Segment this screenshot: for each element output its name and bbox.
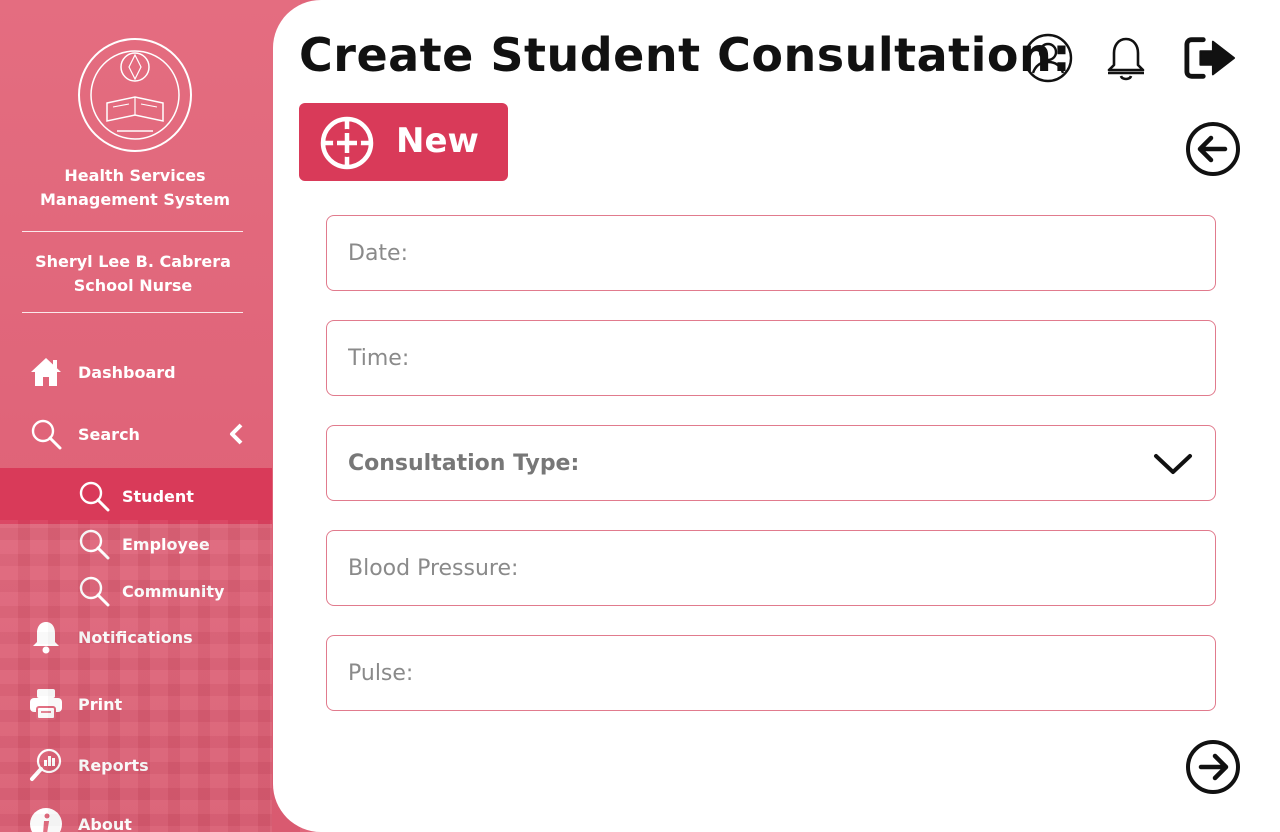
reports-icon — [28, 747, 64, 783]
search-icon — [28, 416, 64, 452]
user-info: Sheryl Lee B. Cabrera School Nurse — [0, 250, 266, 298]
search-icon — [76, 526, 112, 562]
new-consultation-button[interactable]: New — [299, 103, 508, 181]
search-icon — [76, 573, 112, 609]
logout-button[interactable] — [1184, 32, 1236, 84]
sidebar-item-label: About — [78, 814, 132, 832]
user-name: Sheryl Lee B. Cabrera — [35, 252, 231, 271]
pulse-input[interactable] — [348, 636, 1168, 710]
logout-icon — [1184, 37, 1236, 79]
plus-circle-icon — [320, 116, 374, 170]
sidebar-item-dashboard[interactable]: Dashboard — [0, 344, 272, 400]
blood-pressure-input[interactable] — [348, 531, 1168, 605]
user-circle-icon — [1023, 33, 1073, 83]
sidebar-item-notifications[interactable]: Notifications — [0, 609, 272, 665]
sidebar-item-about[interactable]: About — [0, 796, 272, 832]
brand-line-2: Management System — [40, 190, 230, 209]
brand-line-1: Health Services — [64, 166, 206, 185]
chevron-left-icon[interactable] — [226, 423, 248, 445]
bell-icon — [28, 619, 64, 655]
info-icon — [28, 806, 64, 832]
date-field[interactable] — [326, 215, 1216, 291]
bell-icon — [1107, 37, 1145, 81]
time-field[interactable] — [326, 320, 1216, 396]
app-brand: Health Services Management System — [0, 164, 270, 212]
university-seal-logo — [78, 38, 192, 152]
sidebar-item-label: Student — [122, 486, 194, 506]
sidebar-item-label: Reports — [78, 755, 149, 775]
sidebar-item-search[interactable]: Search — [0, 406, 272, 462]
back-arrow-icon[interactable] — [1185, 121, 1241, 177]
notifications-button[interactable] — [1100, 32, 1152, 84]
consultation-type-label: Consultation Type: — [348, 450, 580, 476]
consultation-type-select[interactable]: Consultation Type: — [326, 425, 1216, 501]
next-arrow-icon[interactable] — [1185, 739, 1241, 795]
user-role: School Nurse — [73, 276, 193, 295]
sidebar-item-label: Dashboard — [78, 362, 176, 382]
sidebar-item-label: Community — [122, 581, 225, 601]
sidebar-divider — [22, 312, 243, 313]
sidebar-item-print[interactable]: Print — [0, 676, 272, 732]
sidebar-item-reports[interactable]: Reports — [0, 737, 272, 793]
main-panel: Create Student Consultation: New Date: T… — [273, 0, 1280, 832]
new-button-label: New — [396, 121, 479, 161]
date-input[interactable] — [348, 216, 1168, 290]
chevron-down-icon[interactable] — [1153, 448, 1193, 480]
sidebar-item-label: Employee — [122, 534, 210, 554]
sidebar-divider — [22, 231, 243, 232]
search-icon — [76, 478, 112, 514]
profile-button[interactable] — [1022, 32, 1074, 84]
sidebar-item-label: Print — [78, 694, 123, 714]
sidebar-item-label: Search — [78, 424, 140, 444]
home-icon — [28, 354, 64, 390]
sidebar-item-label: Notifications — [78, 627, 193, 647]
blood-pressure-field[interactable] — [326, 530, 1216, 606]
time-input[interactable] — [348, 321, 1168, 395]
pulse-field[interactable] — [326, 635, 1216, 711]
printer-icon — [28, 686, 64, 722]
sidebar: Health Services Management System Sheryl… — [0, 0, 300, 832]
page-title: Create Student Consultation: — [299, 28, 1072, 82]
